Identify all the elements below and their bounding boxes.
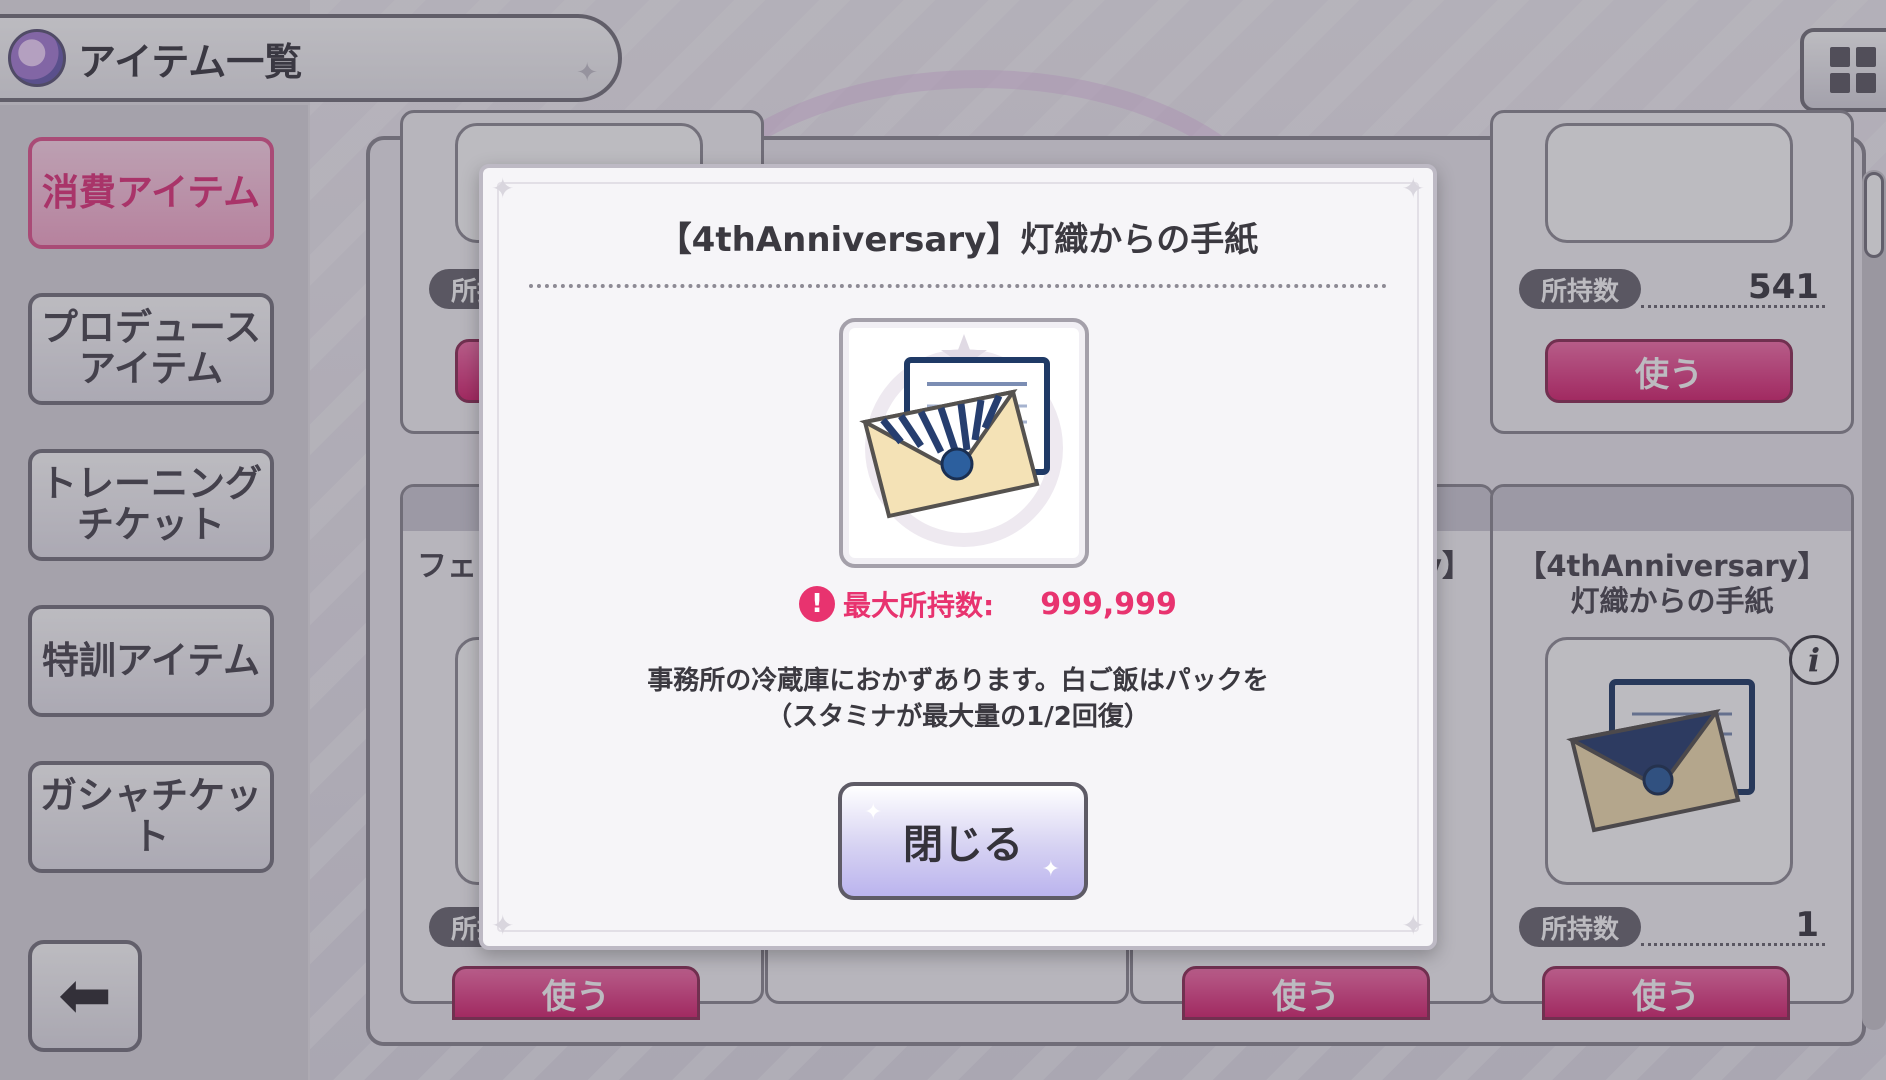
sparkle-icon: ✦ [1041,857,1060,882]
sparkle-icon: ✦ [864,800,883,825]
description-line: 事務所の冷蔵庫におかずあります。白ご飯はパックを [647,666,1269,696]
item-image-frame [839,318,1089,568]
close-button[interactable]: ✦ ✦ 閉じる [838,782,1088,900]
max-holdings-value: 999,999 [1040,586,1177,622]
corner-sparkle-icon: ✦ [491,172,515,205]
item-description: 事務所の冷蔵庫におかずあります。白ご飯はパックを （スタミナが最大量の1/2回復… [483,664,1433,736]
dialog-divider [529,284,1387,288]
close-button-label: 閉じる [903,822,1023,868]
max-holdings-label: 最大所持数: [843,589,995,622]
item-detail-dialog: ✦ ✦ ✦ ✦ 【4thAnniversary】灯織からの手紙 ! 最大所持数:… [479,164,1437,950]
letter-envelope-icon [859,334,1063,547]
dialog-title: 【4thAnniversary】灯織からの手紙 [657,220,1259,260]
max-holdings-row: ! 最大所持数: 999,999 [799,584,1177,624]
corner-sparkle-icon: ✦ [1401,172,1425,205]
corner-sparkle-icon: ✦ [1401,909,1425,942]
corner-sparkle-icon: ✦ [491,909,515,942]
description-effect: （スタミナが最大量の1/2回復） [766,701,1150,732]
exclamation-icon: ! [799,586,835,622]
